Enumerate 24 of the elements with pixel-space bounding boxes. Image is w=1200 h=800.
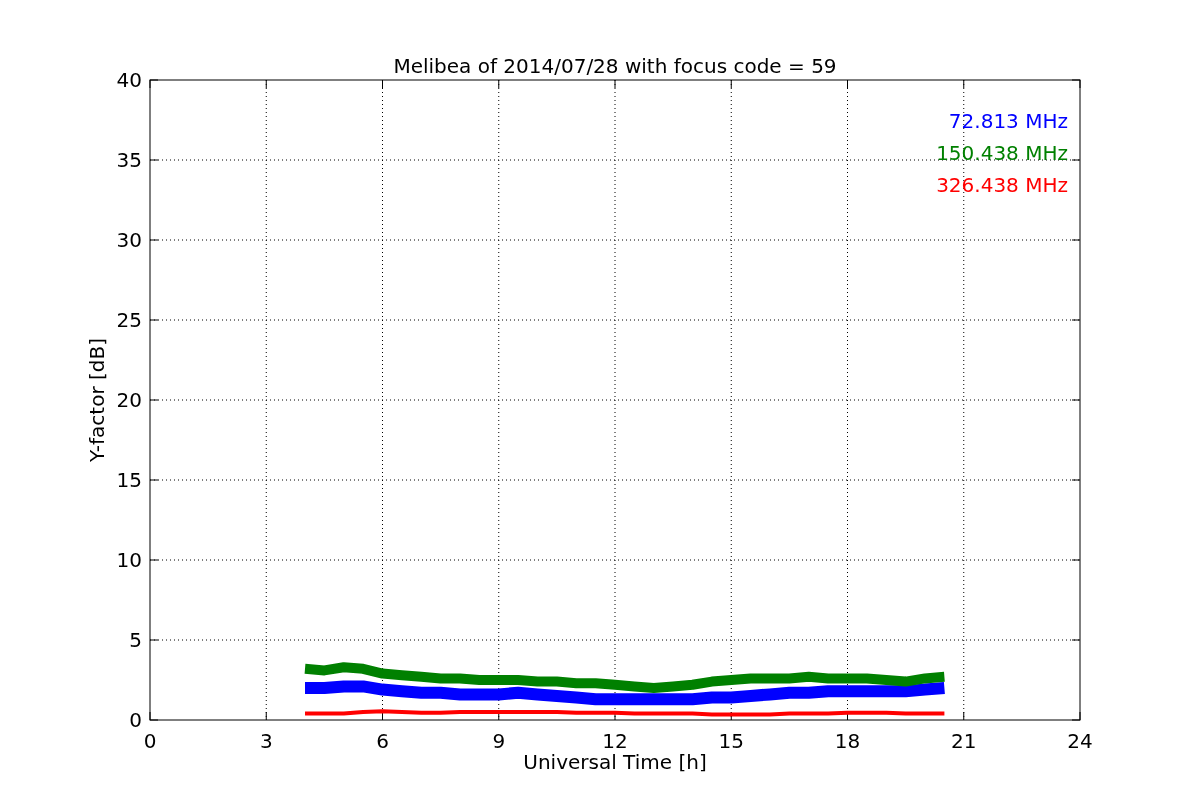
y-tick-label: 15 [116,468,142,492]
x-tick-label: 24 [1067,729,1093,753]
x-tick-label: 21 [951,729,977,753]
y-tick-label: 0 [129,708,142,732]
x-tick-label: 0 [143,729,157,753]
legend-label: 326.438 MHz [936,173,1068,197]
y-axis-label: Y-factor [dB] [85,338,109,462]
y-tick-label: 20 [116,388,142,412]
legend-label: 72.813 MHz [948,109,1068,133]
x-tick-label: 9 [492,729,506,753]
chart-title: Melibea of 2014/07/28 with focus code = 59 [393,54,837,78]
y-tick-label: 10 [116,548,142,572]
y-tick-label: 30 [116,228,142,252]
y-tick-label: 25 [116,308,142,332]
x-tick-label: 3 [259,729,273,753]
y-tick-label: 5 [129,628,142,652]
x-tick-label: 15 [718,729,744,753]
x-tick-label: 12 [602,729,628,753]
y-tick-label: 35 [116,148,142,172]
y-tick-label: 40 [116,68,142,92]
x-tick-label: 18 [834,729,861,753]
x-axis-label: Universal Time [h] [523,750,707,774]
x-tick-label: 6 [376,729,389,753]
legend-label: 150.438 MHz [936,141,1068,165]
